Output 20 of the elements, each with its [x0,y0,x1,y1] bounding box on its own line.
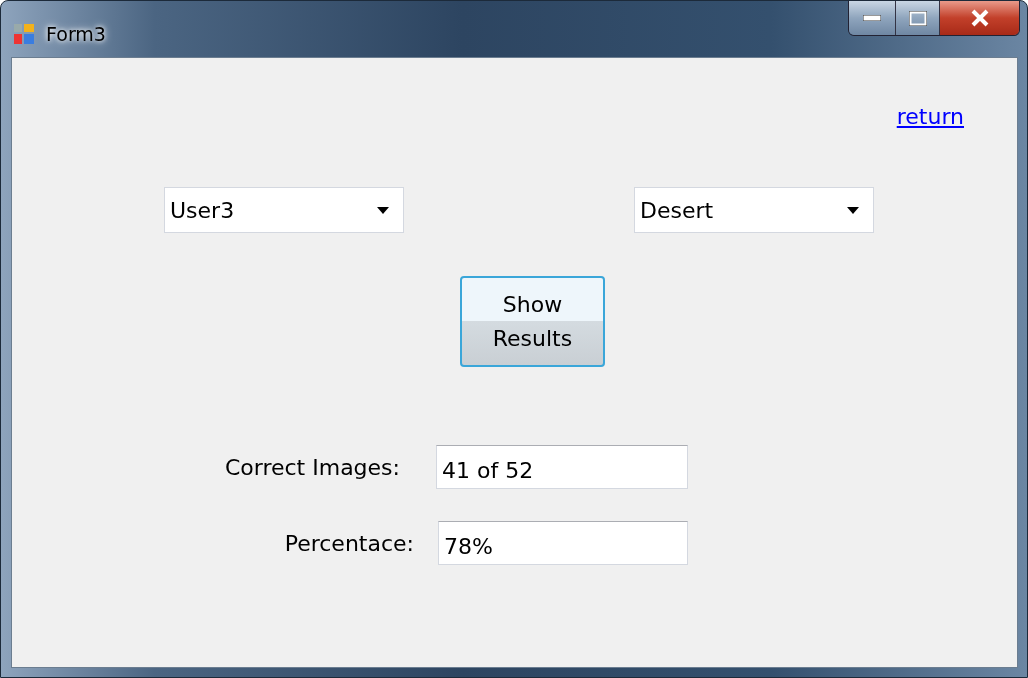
window-title: Form3 [46,23,106,45]
field-label: Percentace: [283,530,415,556]
minimize-button[interactable] [849,1,895,35]
minimize-icon [863,15,881,21]
maximize-button[interactable] [895,1,939,35]
dropdown-value: User3 [170,197,235,223]
dropdown-arrow-icon [377,206,389,214]
text-field[interactable]: 41 of 52 [436,445,688,489]
show-results-button[interactable]: Show Results [460,276,605,367]
app-icon [14,24,34,44]
field-label: Correct Images: [223,454,401,480]
close-icon [969,9,990,27]
return-link[interactable]: return [896,104,964,129]
dropdown-arrow-icon [847,206,859,214]
text-field[interactable]: 78% [438,521,688,565]
dropdown[interactable]: Desert [634,187,874,233]
close-button[interactable] [939,1,1019,35]
maximize-icon [908,10,927,26]
dropdown[interactable]: User3 [164,187,404,233]
dropdown-value: Desert [640,197,714,223]
